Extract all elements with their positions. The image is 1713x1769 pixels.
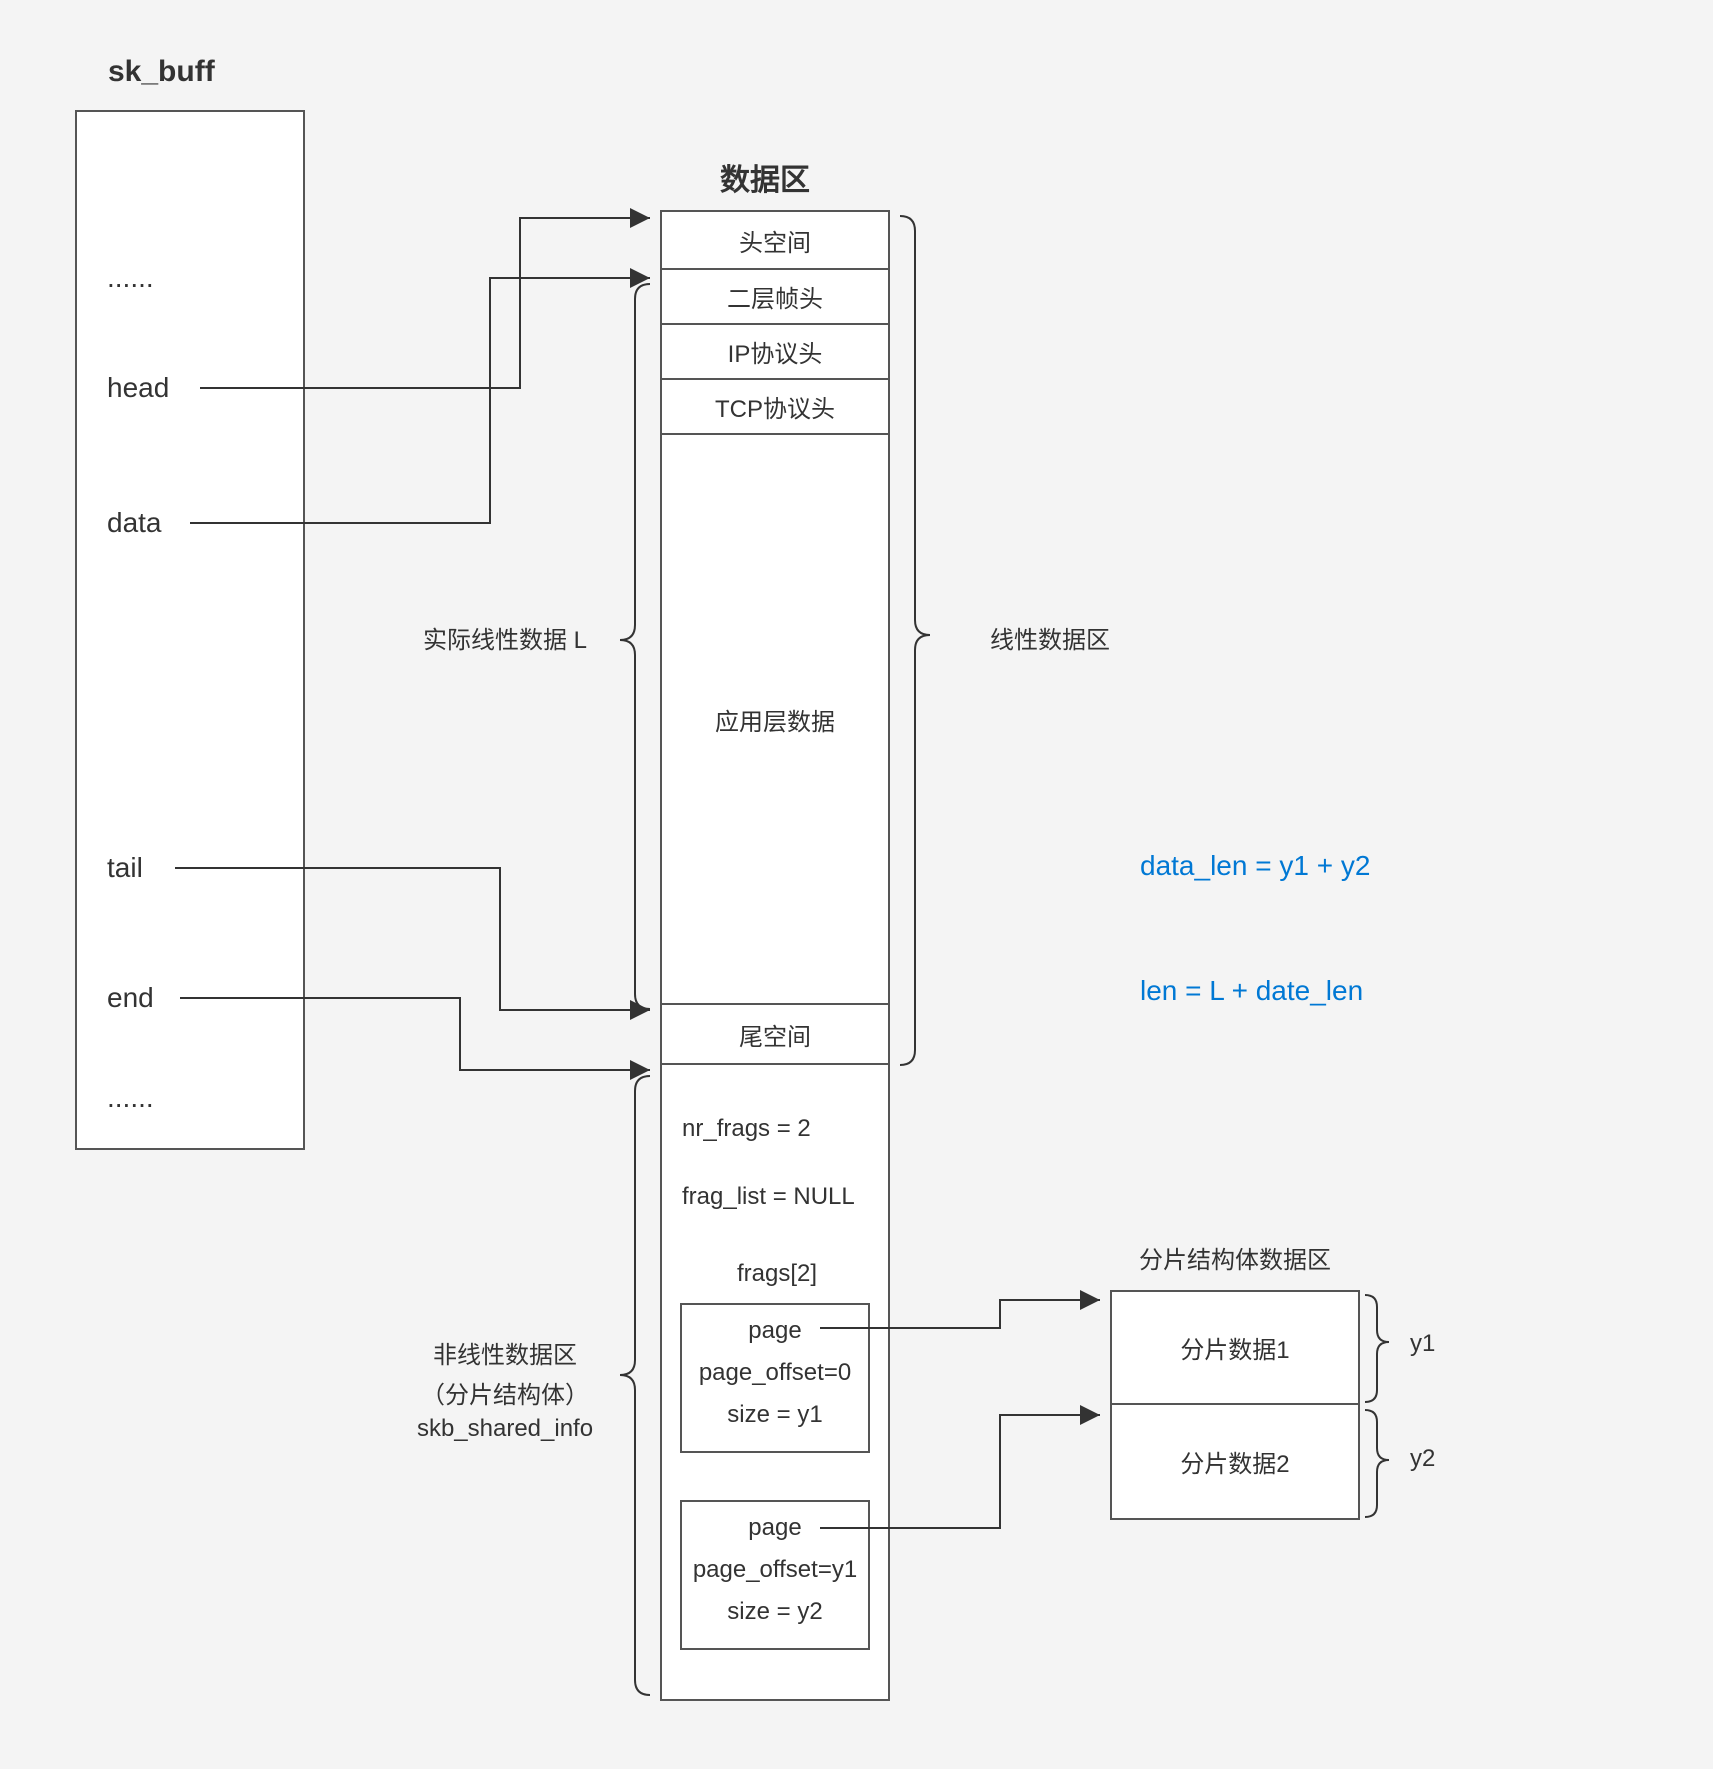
frag-data-1: 分片数据1 bbox=[1110, 1290, 1360, 1405]
frag1-page: page bbox=[682, 1514, 868, 1542]
skbuff-head: head bbox=[107, 372, 169, 404]
frag0-size: size = y1 bbox=[682, 1401, 868, 1429]
data-area-column: 头空间 二层帧头 IP协议头 TCP协议头 应用层数据 尾空间 bbox=[660, 210, 890, 1065]
diagram-canvas: sk_buff ...... head data tail end ......… bbox=[0, 0, 1713, 1769]
frag-data-area-title: 分片结构体数据区 bbox=[1105, 1240, 1365, 1275]
skbuff-data: data bbox=[107, 507, 162, 539]
frag1-offset: page_offset=y1 bbox=[682, 1556, 868, 1584]
y2-label: y2 bbox=[1410, 1445, 1435, 1473]
frag1-size: size = y2 bbox=[682, 1598, 868, 1626]
actual-linear-label: 实际线性数据 L bbox=[415, 620, 595, 655]
nonlinear-label-2: （分片结构体） bbox=[390, 1375, 620, 1410]
skbuff-box: ...... head data tail end ...... bbox=[75, 110, 305, 1150]
cell-l2-header: 二层帧头 bbox=[660, 270, 890, 325]
frag0-box: page page_offset=0 size = y1 bbox=[680, 1303, 870, 1453]
skbuff-dots-top: ...... bbox=[107, 262, 154, 294]
cell-head-space: 头空间 bbox=[660, 210, 890, 270]
skbuff-tail: tail bbox=[107, 852, 143, 884]
formula-len: len = L + date_len bbox=[1140, 975, 1363, 1007]
data-area-title: 数据区 bbox=[720, 155, 810, 199]
cell-app-data: 应用层数据 bbox=[660, 435, 890, 1005]
cell-tail-space: 尾空间 bbox=[660, 1005, 890, 1065]
cell-ip-header: IP协议头 bbox=[660, 325, 890, 380]
nonlinear-label-1: 非线性数据区 bbox=[390, 1335, 620, 1370]
frag0-offset: page_offset=0 bbox=[682, 1359, 868, 1387]
linear-area-label: 线性数据区 bbox=[970, 620, 1130, 655]
skbuff-dots-bottom: ...... bbox=[107, 1082, 154, 1114]
frag-data-2: 分片数据2 bbox=[1110, 1405, 1360, 1520]
y1-label: y1 bbox=[1410, 1330, 1435, 1358]
nonlinear-label-3: skb_shared_info bbox=[390, 1415, 620, 1443]
frag0-page: page bbox=[682, 1317, 868, 1345]
cell-tcp-header: TCP协议头 bbox=[660, 380, 890, 435]
skbuff-title: sk_buff bbox=[108, 55, 215, 89]
skbuff-end: end bbox=[107, 982, 154, 1014]
frag-list: frag_list = NULL bbox=[682, 1183, 882, 1211]
frag1-box: page page_offset=y1 size = y2 bbox=[680, 1500, 870, 1650]
frags-array: frags[2] bbox=[682, 1260, 872, 1288]
formula-datalen: data_len = y1 + y2 bbox=[1140, 850, 1370, 882]
nr-frags: nr_frags = 2 bbox=[682, 1115, 882, 1143]
